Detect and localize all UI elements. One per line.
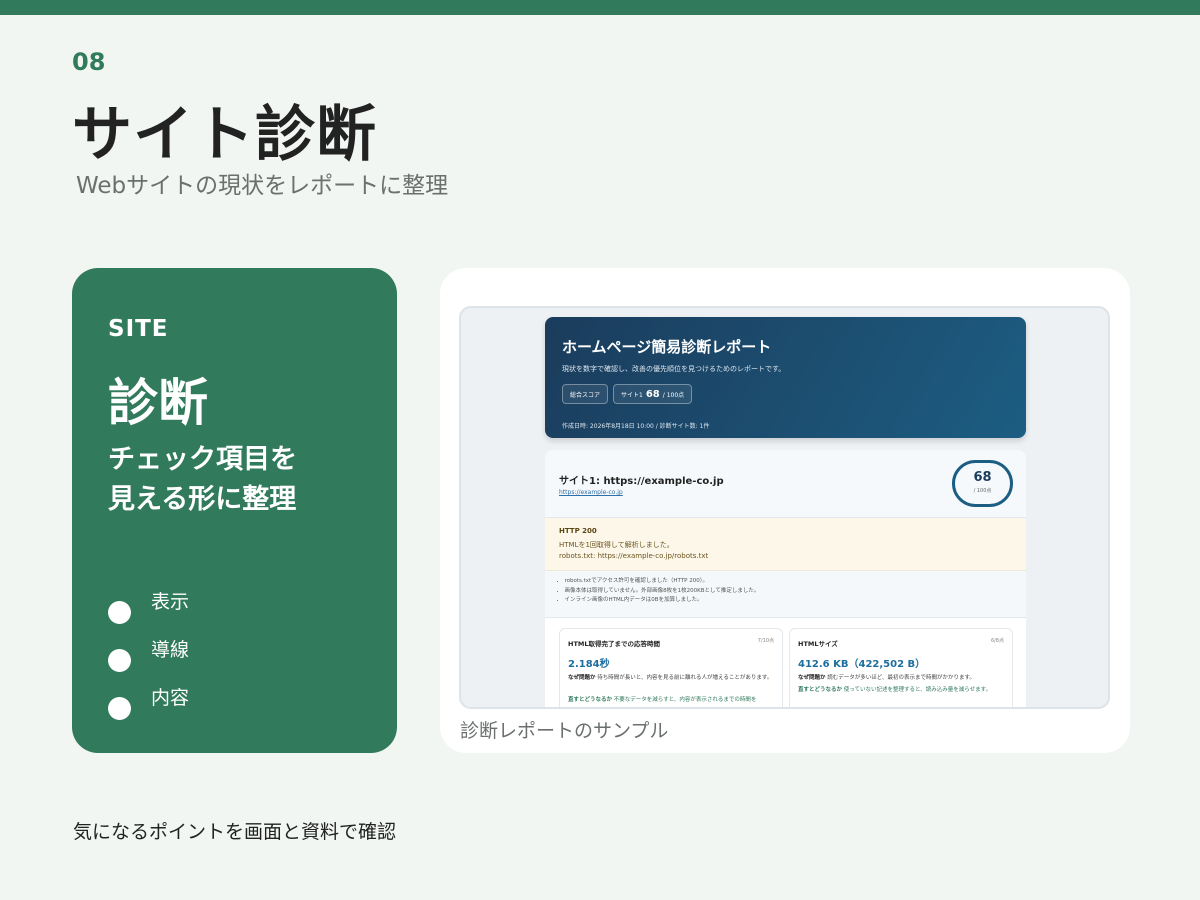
card-desc-line: チェック項目を — [108, 444, 297, 475]
card-desc-line: 見える形に整理 — [108, 484, 297, 515]
site-link[interactable]: https://example-co.jp — [559, 489, 623, 496]
badge-unit: / 100点 — [662, 391, 685, 399]
slide-number: 08 — [72, 48, 106, 76]
report-title: ホームページ簡易診断レポート — [562, 338, 772, 356]
why-label: なぜ問題か — [798, 675, 826, 681]
fix-text: 不要なデータを減らすと、内容が表示されるまでの時間を — [613, 697, 757, 703]
http-status-box: HTTP 200 HTMLを1回取得して解析しました。 robots.txt: … — [545, 518, 1026, 571]
report-badges: 総合スコア サイト1 68 / 100点 — [562, 384, 693, 404]
list-item: インライン画像のHTML内データは0Bを加算しました。 — [557, 596, 759, 606]
metric-score: 6/8点 — [990, 638, 1004, 644]
list-item-label: 表示 — [151, 590, 190, 613]
top-accent-bar — [0, 0, 1200, 15]
card-label: SITE — [108, 316, 169, 342]
report-subtitle: 現状を数字で確認し、改善の優先順位を見つけるためのレポートです。 — [562, 365, 786, 373]
http-info-line: robots.txt: https://example-co.jp/robots… — [559, 552, 709, 560]
fix-text: 使っていない記述を整理すると、読み込み量を減らせます。 — [843, 687, 992, 693]
slide-subtitle: Webサイトの現状をレポートに整理 — [76, 173, 449, 199]
list-item: robots.txtでアクセス許可を確認しました（HTTP 200）。 — [557, 577, 759, 587]
bullet-dot-icon — [108, 696, 131, 720]
metric-score: 7/10点 — [757, 638, 774, 644]
fix-label: 直すとどうなるか — [568, 697, 613, 703]
metric-value: 412.6 KB（422,502 B） — [798, 659, 926, 670]
why-text: 待ち時間が長いと、内容を見る前に離れる人が増えることがあります。 — [597, 675, 773, 681]
badge-score: 68 — [645, 388, 660, 400]
site-title: サイト1: https://example-co.jp — [559, 476, 724, 487]
badge-label: サイト1 — [621, 391, 643, 399]
preview-caption: 診断レポートのサンプル — [460, 720, 669, 742]
notes-box: robots.txtでアクセス許可を確認しました（HTTP 200）。 画像本体… — [545, 571, 1026, 618]
http-status: HTTP 200 — [559, 527, 597, 535]
list-item: 導線 — [108, 630, 189, 678]
metric-card-html-size: HTMLサイズ 6/8点 412.6 KB（422,502 B） なぜ問題か 読… — [789, 628, 1013, 707]
why-label: なぜ問題か — [568, 675, 596, 681]
check-items-list: 表示 導線 内容 — [108, 582, 189, 726]
report-header: ホームページ簡易診断レポート 現状を数字で確認し、改善の優先順位を見つけるための… — [545, 317, 1026, 438]
list-item: 画像本体は取得していません。外部画像8枚を1枚200KBとして推定しました。 — [557, 587, 760, 597]
notes-list: robots.txtでアクセス許可を確認しました（HTTP 200）。 画像本体… — [557, 577, 760, 606]
metric-why: なぜ問題か 読むデータが多いほど、最初の表示まで時間がかかります。 — [798, 673, 1006, 683]
metric-title: HTMLサイズ — [798, 640, 838, 648]
site-score-circle: 68 / 100点 — [952, 460, 1013, 507]
card-description: チェック項目を 見える形に整理 — [108, 440, 297, 520]
bullet-dot-icon — [108, 600, 131, 624]
card-title: 診断 — [108, 374, 208, 432]
metric-value: 2.184秒 — [568, 659, 610, 670]
report-screenshot: ホームページ簡易診断レポート 現状を数字で確認し、改善の優先順位を見つけるための… — [459, 306, 1110, 709]
metric-fix: 直すとどうなるか 不要なデータを減らすと、内容が表示されるまでの時間を — [568, 695, 776, 705]
badge-label: 総合スコア — [570, 391, 601, 399]
list-item: 内容 — [108, 678, 189, 726]
site-score: 68 — [973, 470, 992, 485]
total-score-badge: 総合スコア — [562, 384, 609, 404]
http-info-line: HTMLを1回取得して解析しました。 — [559, 541, 674, 549]
site-header: サイト1: https://example-co.jp https://exam… — [545, 450, 1026, 518]
metric-fix: 直すとどうなるか 使っていない記述を整理すると、読み込み量を減らせます。 — [798, 685, 1006, 695]
bullet-dot-icon — [108, 648, 131, 672]
site-score-badge: サイト1 68 / 100点 — [613, 384, 693, 404]
list-item-label: 内容 — [151, 686, 190, 709]
why-text: 読むデータが多いほど、最初の表示まで時間がかかります。 — [827, 675, 975, 681]
report-site-section: サイト1: https://example-co.jp https://exam… — [545, 450, 1026, 707]
site-score-unit: / 100点 — [973, 488, 992, 494]
slide-title: サイト診断 — [72, 100, 377, 170]
list-item-label: 導線 — [151, 638, 190, 661]
site-diagnosis-card: SITE 診断 チェック項目を 見える形に整理 表示 導線 内容 — [72, 268, 397, 753]
report-preview-card: ホームページ簡易診断レポート 現状を数字で確認し、改善の優先順位を見つけるための… — [440, 268, 1130, 753]
list-item: 表示 — [108, 582, 189, 630]
metric-title: HTML取得完了までの応答時間 — [568, 640, 660, 648]
footer-text: 気になるポイントを画面と資料で確認 — [73, 821, 397, 843]
metric-why: なぜ問題か 待ち時間が長いと、内容を見る前に離れる人が増えることがあります。 — [568, 673, 776, 683]
fix-label: 直すとどうなるか — [798, 687, 843, 693]
metric-card-response-time: HTML取得完了までの応答時間 7/10点 2.184秒 なぜ問題か 待ち時間が… — [559, 628, 783, 707]
report-created-date: 作成日時: 2026年8月18日 10:00 / 診断サイト数: 1件 — [562, 423, 710, 430]
